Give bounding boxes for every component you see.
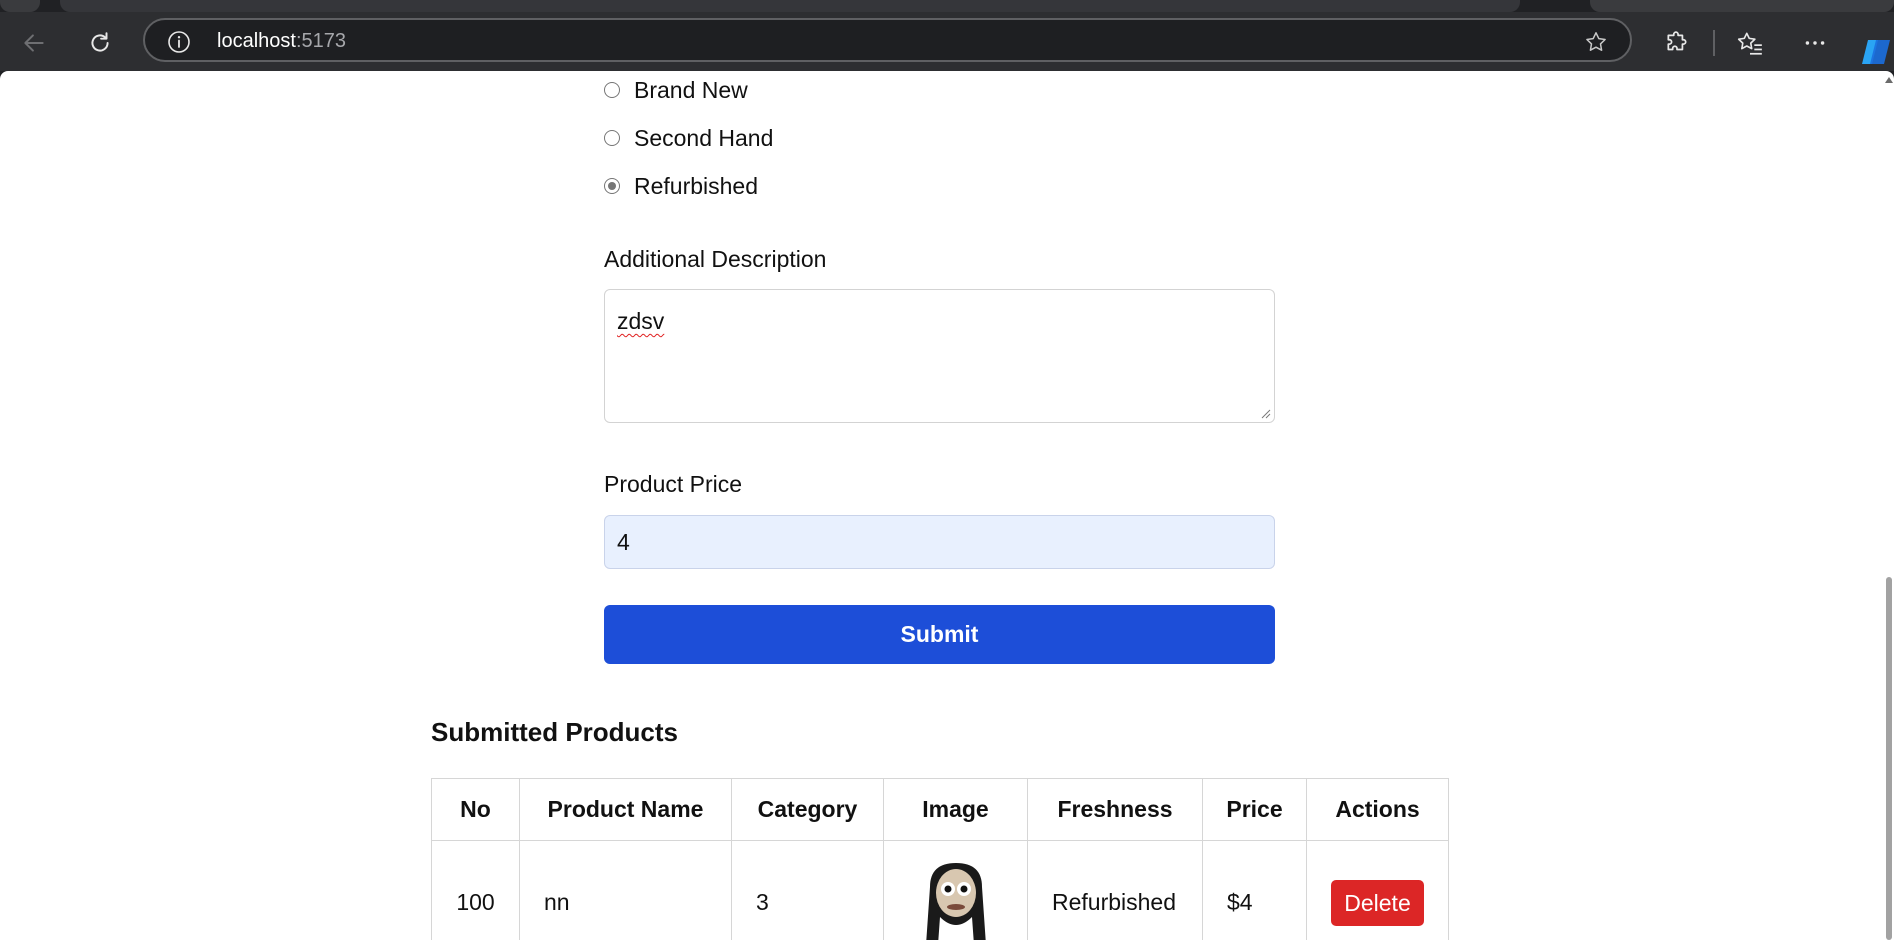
copilot-button[interactable] bbox=[1858, 34, 1894, 70]
cell-price: $4 bbox=[1202, 840, 1307, 940]
column-header-product-name: Product Name bbox=[519, 778, 732, 841]
page-viewport: Brand New Second Hand Refurbished Additi… bbox=[0, 71, 1894, 940]
site-info-icon[interactable] bbox=[167, 30, 191, 54]
column-header-actions: Actions bbox=[1306, 778, 1449, 841]
reload-icon bbox=[91, 32, 109, 52]
back-button[interactable] bbox=[14, 26, 54, 60]
column-header-category: Category bbox=[731, 778, 884, 841]
page-scrollbar[interactable] bbox=[1884, 71, 1894, 940]
back-arrow-icon bbox=[24, 34, 44, 52]
reload-button[interactable] bbox=[80, 26, 120, 60]
browser-tab[interactable] bbox=[1590, 0, 1894, 12]
browser-tab[interactable] bbox=[0, 0, 40, 12]
url-text: localhost:5173 bbox=[217, 29, 346, 53]
cell-category: 3 bbox=[731, 840, 884, 940]
table-row: 100 nn 3 Refurbished $4 Delete bbox=[431, 840, 1449, 940]
favorites-button[interactable] bbox=[1730, 26, 1770, 60]
submitted-products-title: Submitted Products bbox=[431, 717, 679, 747]
more-dots-icon bbox=[1805, 41, 1825, 45]
scrollbar-thumb[interactable] bbox=[1886, 577, 1892, 940]
tab-strip bbox=[0, 0, 1894, 12]
radio-label: Refurbished bbox=[634, 172, 759, 199]
browser-tab-row[interactable] bbox=[60, 0, 1520, 12]
description-textarea[interactable]: zdsv bbox=[604, 289, 1275, 423]
radio-brand-new[interactable] bbox=[604, 82, 620, 98]
puzzle-icon bbox=[1667, 31, 1687, 51]
favorites-list-icon bbox=[1737, 32, 1762, 55]
more-options-button[interactable] bbox=[1795, 26, 1835, 60]
condition-option-refurbished[interactable]: Refurbished bbox=[604, 171, 758, 201]
cell-freshness: Refurbished bbox=[1027, 840, 1203, 940]
radio-label: Brand New bbox=[634, 76, 748, 103]
price-input[interactable]: 4 bbox=[604, 515, 1275, 569]
products-table: No Product Name Category Image Freshness… bbox=[431, 778, 1449, 940]
column-header-price: Price bbox=[1202, 778, 1307, 841]
resize-grip-icon[interactable] bbox=[1261, 409, 1271, 419]
condition-option-second-hand[interactable]: Second Hand bbox=[604, 123, 773, 153]
price-label: Product Price bbox=[604, 471, 743, 497]
browser-toolbar: localhost:5173 bbox=[0, 12, 1894, 71]
price-value: 4 bbox=[617, 528, 630, 555]
delete-button[interactable]: Delete bbox=[1331, 879, 1424, 926]
condition-option-brand-new[interactable]: Brand New bbox=[604, 75, 748, 105]
extensions-button[interactable] bbox=[1657, 26, 1697, 60]
product-photo-icon bbox=[925, 862, 986, 940]
cell-actions: Delete bbox=[1306, 840, 1449, 940]
toolbar-divider bbox=[1713, 30, 1715, 56]
cell-no: 100 bbox=[431, 840, 520, 940]
radio-second-hand[interactable] bbox=[604, 130, 620, 146]
column-header-no: No bbox=[431, 778, 520, 841]
radio-refurbished[interactable] bbox=[604, 178, 620, 194]
url-port: :5173 bbox=[295, 30, 346, 52]
address-bar[interactable]: localhost:5173 bbox=[143, 18, 1632, 62]
favorite-star-icon[interactable] bbox=[1584, 30, 1608, 54]
cell-image bbox=[883, 840, 1028, 940]
column-header-image: Image bbox=[883, 778, 1028, 841]
radio-label: Second Hand bbox=[634, 124, 774, 151]
column-header-freshness: Freshness bbox=[1027, 778, 1203, 841]
copilot-icon bbox=[1862, 40, 1890, 64]
table-header-row: No Product Name Category Image Freshness… bbox=[431, 778, 1449, 841]
description-value: zdsv bbox=[617, 308, 665, 334]
submit-button[interactable]: Submit bbox=[604, 605, 1275, 664]
cell-product-name: nn bbox=[519, 840, 732, 940]
scroll-up-arrow-icon[interactable] bbox=[1885, 77, 1893, 83]
url-host: localhost bbox=[217, 30, 296, 52]
description-label: Additional Description bbox=[604, 246, 827, 272]
